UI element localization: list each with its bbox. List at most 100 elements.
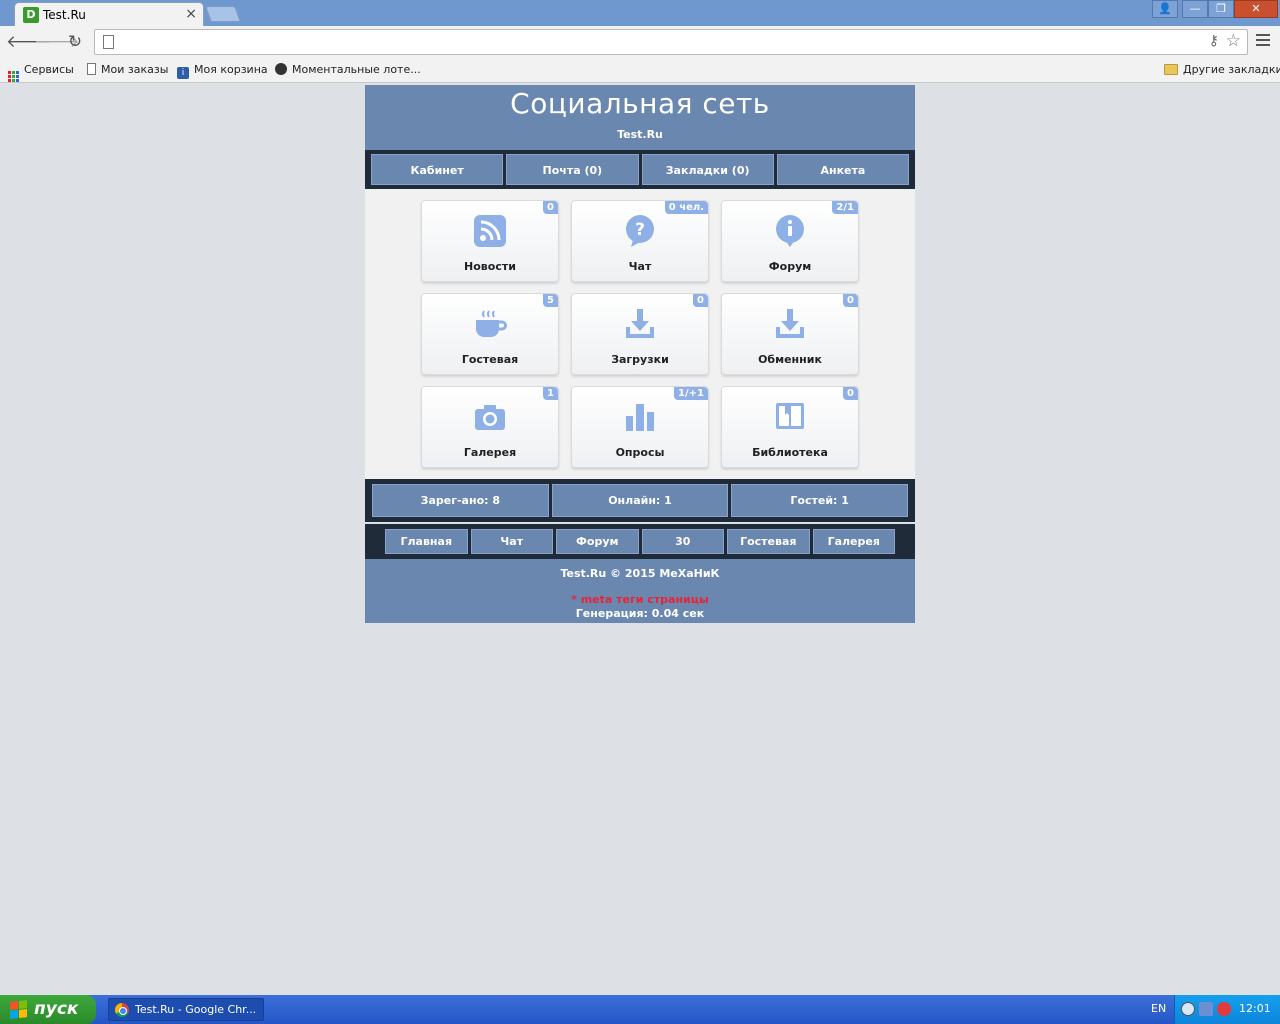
close-window-button[interactable]: ✕: [1234, 0, 1278, 18]
bottom-nav-home[interactable]: Главная: [385, 529, 468, 554]
network-icon[interactable]: [1199, 1002, 1213, 1016]
bottom-nav-chat[interactable]: Чат: [470, 529, 553, 554]
coffee-cup-icon: [476, 310, 507, 337]
camera-icon: [475, 405, 505, 430]
system-tray: 12:01: [1174, 995, 1280, 1024]
bottom-nav-30[interactable]: 30: [641, 529, 724, 554]
tile-label: Новости: [464, 260, 516, 273]
nav-profile[interactable]: Анкета: [776, 154, 909, 185]
stat-guests[interactable]: Гостей: 1: [731, 484, 909, 517]
tile-guestbook[interactable]: 5 Гостевая: [421, 293, 559, 375]
tile-label: Чат: [628, 260, 652, 273]
site-footer: Test.Ru © 2015 МеХаНиК * meta теги стран…: [365, 559, 915, 623]
download-icon: [776, 309, 804, 338]
tile-gallery[interactable]: 1 Галерея: [421, 386, 559, 468]
tile-badge: 0: [843, 294, 858, 307]
maximize-button[interactable]: ❐: [1208, 0, 1234, 18]
stat-online[interactable]: Онлайн: 1: [551, 484, 729, 517]
site-favicon-icon: D: [23, 7, 39, 23]
bottom-nav-forum[interactable]: Форум: [556, 529, 639, 554]
stats-bar: Зарег-ано: 8 Онлайн: 1 Гостей: 1: [365, 479, 915, 522]
bookmark-my-cart[interactable]: i Моя корзина: [177, 63, 268, 79]
nav-mail[interactable]: Почта (0): [506, 154, 639, 185]
tile-label: Опросы: [615, 446, 665, 459]
svg-text:?: ?: [635, 220, 645, 240]
opera-icon[interactable]: [1217, 1002, 1231, 1016]
bottom-nav-gallery[interactable]: Галерея: [812, 529, 895, 554]
tile-badge: 1: [543, 387, 558, 400]
bottom-nav-guestbook[interactable]: Гостевая: [727, 529, 810, 554]
browser-titlebar: D Test.Ru × 👤 — ❐ ✕: [0, 0, 1280, 26]
tile-badge: 0: [843, 387, 858, 400]
bookmark-services[interactable]: Сервисы: [8, 63, 74, 82]
tile-badge: 2/1: [832, 201, 858, 214]
nav-bookmarks[interactable]: Закладки (0): [641, 154, 774, 185]
tile-label: Форум: [768, 260, 812, 273]
tile-exchanger[interactable]: 0 Обменник: [721, 293, 859, 375]
book-icon: [776, 403, 804, 429]
download-icon: [626, 309, 654, 338]
taskbar-item-chrome[interactable]: Test.Ru - Google Chr...: [108, 998, 264, 1021]
tile-downloads[interactable]: 0 Загрузки: [571, 293, 709, 375]
key-icon[interactable]: ⚷: [1209, 33, 1219, 49]
site-title: Социальная сеть: [510, 87, 770, 120]
generation-time: Генерация: 0.04 сек: [575, 607, 705, 620]
tile-badge: 0 чел.: [664, 201, 708, 214]
tiles-grid: 0 Новости 0 чел. ? Чат 2/1 Форум 5 Госте…: [421, 200, 915, 468]
info-bubble-icon: [776, 215, 804, 247]
rss-icon: [474, 215, 506, 247]
tile-polls[interactable]: 1/+1 Опросы: [571, 386, 709, 468]
tile-badge: 5: [543, 294, 558, 307]
site-subtitle: Test.Ru: [617, 128, 663, 141]
tab-close-icon[interactable]: ×: [185, 6, 197, 22]
lottery-ball-icon: [275, 63, 287, 75]
bookmarks-bar: Сервисы Мои заказы i Моя корзина Моментал…: [0, 58, 1280, 83]
forward-arrow-icon[interactable]: 🡒: [34, 32, 80, 52]
windows-logo-icon: [10, 1000, 27, 1019]
page-icon: [103, 35, 114, 49]
address-bar[interactable]: ⚷ ☆: [94, 29, 1248, 55]
user-profile-icon[interactable]: 👤: [1152, 0, 1178, 18]
meta-tags-link[interactable]: * meta теги страницы: [365, 593, 915, 606]
question-bubble-icon: ?: [626, 215, 654, 247]
bottom-nav: Главная Чат Форум 30 Гостевая Галерея: [365, 524, 915, 559]
apps-grid-icon: [8, 71, 19, 82]
new-tab-button[interactable]: [205, 6, 241, 22]
reload-icon[interactable]: ↻: [64, 32, 86, 52]
back-arrow-icon[interactable]: 🡐: [6, 32, 52, 52]
browser-menu-icon[interactable]: [1256, 34, 1270, 48]
tile-forum[interactable]: 2/1 Форум: [721, 200, 859, 282]
tile-news[interactable]: 0 Новости: [421, 200, 559, 282]
minimize-button[interactable]: —: [1182, 0, 1208, 18]
tray-arrow-icon[interactable]: [1181, 1002, 1195, 1016]
bookmark-my-orders[interactable]: Мои заказы: [87, 63, 168, 76]
taskbar: пуск Test.Ru - Google Chr... EN 12:01: [0, 995, 1280, 1024]
chrome-icon: [115, 1003, 129, 1017]
tile-label: Библиотека: [752, 446, 828, 459]
tiles-area: 0 Новости 0 чел. ? Чат 2/1 Форум 5 Госте…: [365, 189, 915, 479]
tile-chat[interactable]: 0 чел. ? Чат: [571, 200, 709, 282]
cart-site-icon: i: [177, 67, 189, 79]
tile-badge: 0: [543, 201, 558, 214]
footer-copyright: Test.Ru © 2015 МеХаНиК: [560, 567, 720, 580]
bookmark-lottery[interactable]: Моментальные лоте...: [275, 63, 421, 76]
browser-tab[interactable]: D Test.Ru ×: [14, 2, 204, 26]
other-bookmarks[interactable]: Другие закладки: [1164, 63, 1280, 76]
nav-cabinet[interactable]: Кабинет: [371, 154, 504, 185]
stat-registered[interactable]: Зарег-ано: 8: [372, 484, 549, 517]
bar-chart-icon: [626, 404, 654, 431]
start-button[interactable]: пуск: [0, 995, 96, 1024]
browser-toolbar: 🡐 🡒 ↻ ⚷ ☆: [0, 26, 1280, 58]
tile-badge: 1/+1: [674, 387, 708, 400]
tile-library[interactable]: 0 Библиотека: [721, 386, 859, 468]
language-indicator[interactable]: EN: [1151, 1002, 1166, 1015]
bookmark-star-icon[interactable]: ☆: [1226, 31, 1241, 51]
top-nav: Кабинет Почта (0) Закладки (0) Анкета: [365, 150, 915, 189]
tile-label: Галерея: [463, 446, 517, 459]
tile-label: Гостевая: [461, 353, 519, 366]
site-container: Социальная сеть Test.Ru Кабинет Почта (0…: [365, 85, 915, 623]
tab-title: Test.Ru: [43, 8, 86, 22]
folder-icon: [1164, 64, 1178, 75]
tile-label: Загрузки: [611, 353, 669, 366]
site-header: Социальная сеть Test.Ru: [365, 85, 915, 150]
